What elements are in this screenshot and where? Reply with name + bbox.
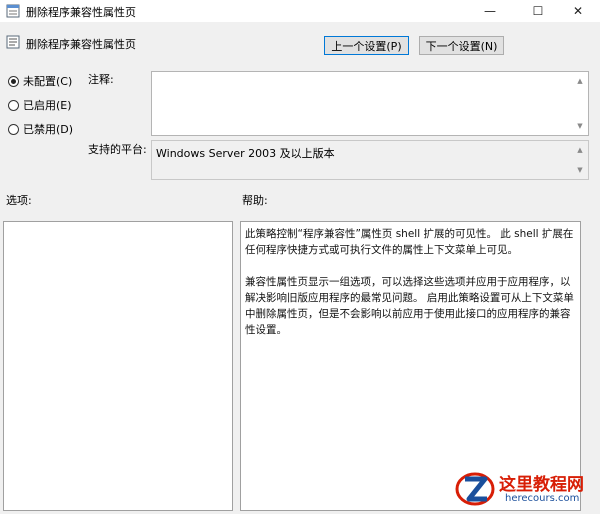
radio-button[interactable] (8, 123, 19, 135)
radio-disabled[interactable]: 已禁用(D) (8, 121, 73, 137)
scroll-down-icon[interactable]: ▼ (572, 119, 588, 133)
watermark-name: 这里教程网 (499, 475, 584, 495)
help-paragraph: 兼容性属性页显示一组选项，可以选择这些选项并应用于应用程序，以解决影响旧版应用程… (245, 276, 574, 336)
minimize-button[interactable]: — (468, 0, 512, 22)
close-icon: ✕ (572, 4, 584, 18)
platform-field: Windows Server 2003 及以上版本 ▲ ▼ (151, 140, 589, 180)
radio-button-checked[interactable] (8, 75, 19, 87)
minimize-icon: — (484, 4, 496, 18)
watermark-url: herecours.com (505, 493, 580, 504)
options-panel (3, 221, 233, 511)
scroll-down-icon[interactable]: ▼ (572, 163, 588, 177)
window-title: 删除程序兼容性属性页 (26, 6, 136, 19)
scroll-up-icon[interactable]: ▲ (572, 143, 588, 157)
platform-value: Windows Server 2003 及以上版本 (156, 147, 335, 160)
platform-label: 支持的平台: (88, 143, 147, 156)
watermark-logo-icon (455, 472, 495, 506)
comment-textarea[interactable]: ▲ ▼ (151, 71, 589, 136)
scroll-up-icon[interactable]: ▲ (572, 74, 588, 88)
help-paragraph: 此策略控制“程序兼容性”属性页 shell 扩展的可见性。 此 shell 扩展… (245, 228, 574, 256)
radio-label: 已禁用(D) (23, 123, 74, 136)
comment-scrollbar[interactable]: ▲ ▼ (572, 72, 588, 135)
radio-enabled[interactable]: 已启用(E) (8, 97, 72, 113)
radio-label: 已启用(E) (23, 99, 72, 112)
close-button[interactable]: ✕ (556, 0, 600, 22)
previous-setting-button[interactable]: 上一个设置(P) (324, 36, 409, 55)
radio-button[interactable] (8, 99, 19, 111)
radio-label: 未配置(C) (23, 75, 73, 88)
options-label: 选项: (6, 194, 32, 207)
platform-scrollbar[interactable]: ▲ ▼ (572, 141, 588, 179)
help-text: 此策略控制“程序兼容性”属性页 shell 扩展的可见性。 此 shell 扩展… (241, 222, 580, 338)
comment-label: 注释: (88, 73, 114, 86)
help-label: 帮助: (242, 194, 268, 207)
radio-not-configured[interactable]: 未配置(C) (8, 73, 72, 89)
watermark: 这里教程网 herecours.com (455, 466, 595, 510)
next-setting-button[interactable]: 下一个设置(N) (419, 36, 504, 55)
policy-setting-icon (6, 35, 20, 49)
maximize-icon: ☐ (532, 4, 544, 18)
setting-title: 删除程序兼容性属性页 (26, 38, 136, 51)
title-bar: 删除程序兼容性属性页 — ☐ ✕ (0, 0, 600, 22)
policy-icon (6, 4, 20, 18)
maximize-button[interactable]: ☐ (516, 0, 560, 22)
